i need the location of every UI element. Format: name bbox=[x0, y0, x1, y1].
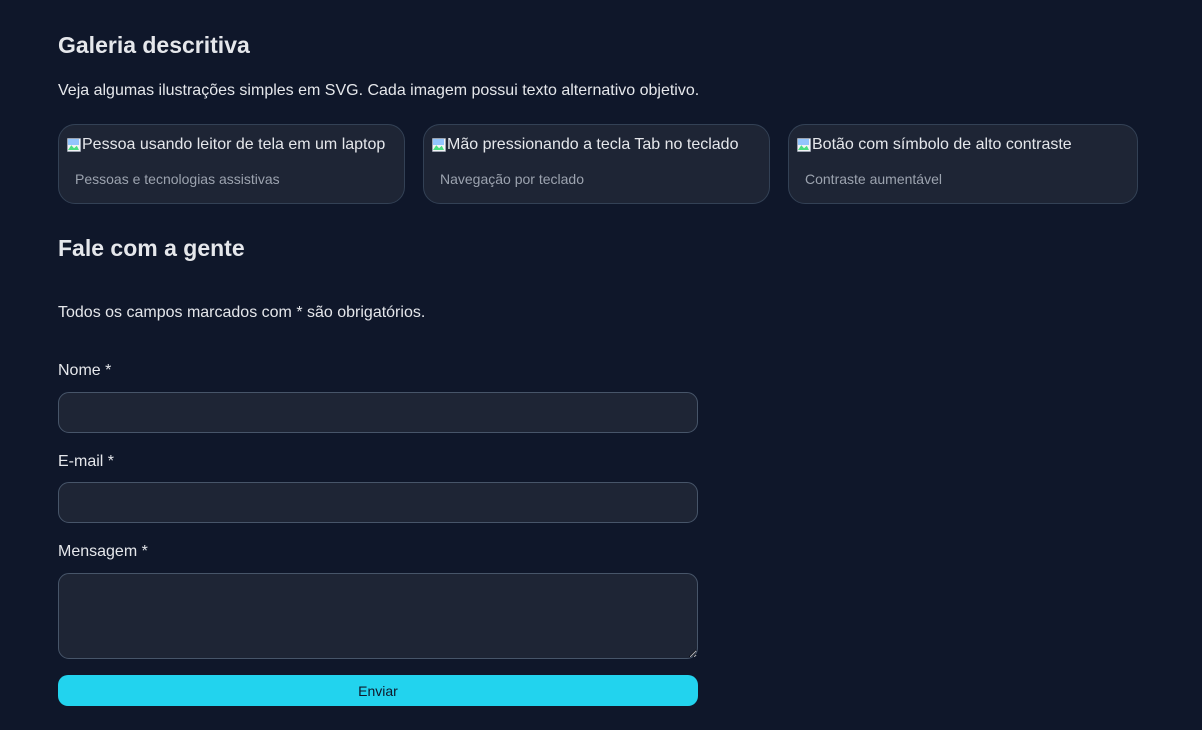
image-alt-text: Pessoa usando leitor de tela em um lapto… bbox=[82, 136, 386, 153]
gallery-section: Galeria descritiva Veja algumas ilustraç… bbox=[58, 30, 1138, 204]
email-input[interactable] bbox=[58, 482, 698, 523]
name-input[interactable] bbox=[58, 392, 698, 433]
page: Galeria descritiva Veja algumas ilustraç… bbox=[0, 0, 1202, 730]
gallery-image: Pessoa usando leitor de tela em um lapto… bbox=[67, 135, 385, 155]
message-textarea[interactable] bbox=[58, 573, 698, 659]
broken-image-icon bbox=[797, 137, 811, 153]
gallery-card: Pessoa usando leitor de tela em um lapto… bbox=[58, 124, 405, 204]
gallery-card: Mão pressionando a tecla Tab no teclado … bbox=[423, 124, 770, 204]
gallery-grid: Pessoa usando leitor de tela em um lapto… bbox=[58, 124, 1138, 206]
gallery-caption: Pessoas e tecnologias assistivas bbox=[75, 171, 280, 187]
gallery-image: Botão com símbolo de alto contraste bbox=[797, 135, 1072, 155]
email-label: E-mail * bbox=[58, 453, 115, 470]
gallery-card: Botão com símbolo de alto contraste Cont… bbox=[788, 124, 1138, 204]
contact-title: Fale com a gente bbox=[58, 235, 245, 261]
broken-image-icon bbox=[67, 137, 81, 153]
gallery-title: Galeria descritiva bbox=[58, 32, 250, 58]
gallery-image: Mão pressionando a tecla Tab no teclado bbox=[432, 135, 738, 155]
gallery-caption: Contraste aumentável bbox=[805, 171, 942, 187]
name-label: Nome * bbox=[58, 362, 112, 379]
required-fields-note: Todos os campos marcados com * são obrig… bbox=[58, 304, 426, 321]
submit-button[interactable]: Enviar bbox=[58, 675, 698, 706]
image-alt-text: Botão com símbolo de alto contraste bbox=[812, 136, 1072, 153]
gallery-caption: Navegação por teclado bbox=[440, 171, 584, 187]
message-label: Mensagem * bbox=[58, 543, 148, 560]
image-alt-text: Mão pressionando a tecla Tab no teclado bbox=[447, 136, 739, 153]
contact-section: Fale com a gente Todos os campos marcado… bbox=[58, 233, 698, 706]
gallery-description: Veja algumas ilustrações simples em SVG.… bbox=[58, 82, 700, 99]
broken-image-icon bbox=[432, 137, 446, 153]
